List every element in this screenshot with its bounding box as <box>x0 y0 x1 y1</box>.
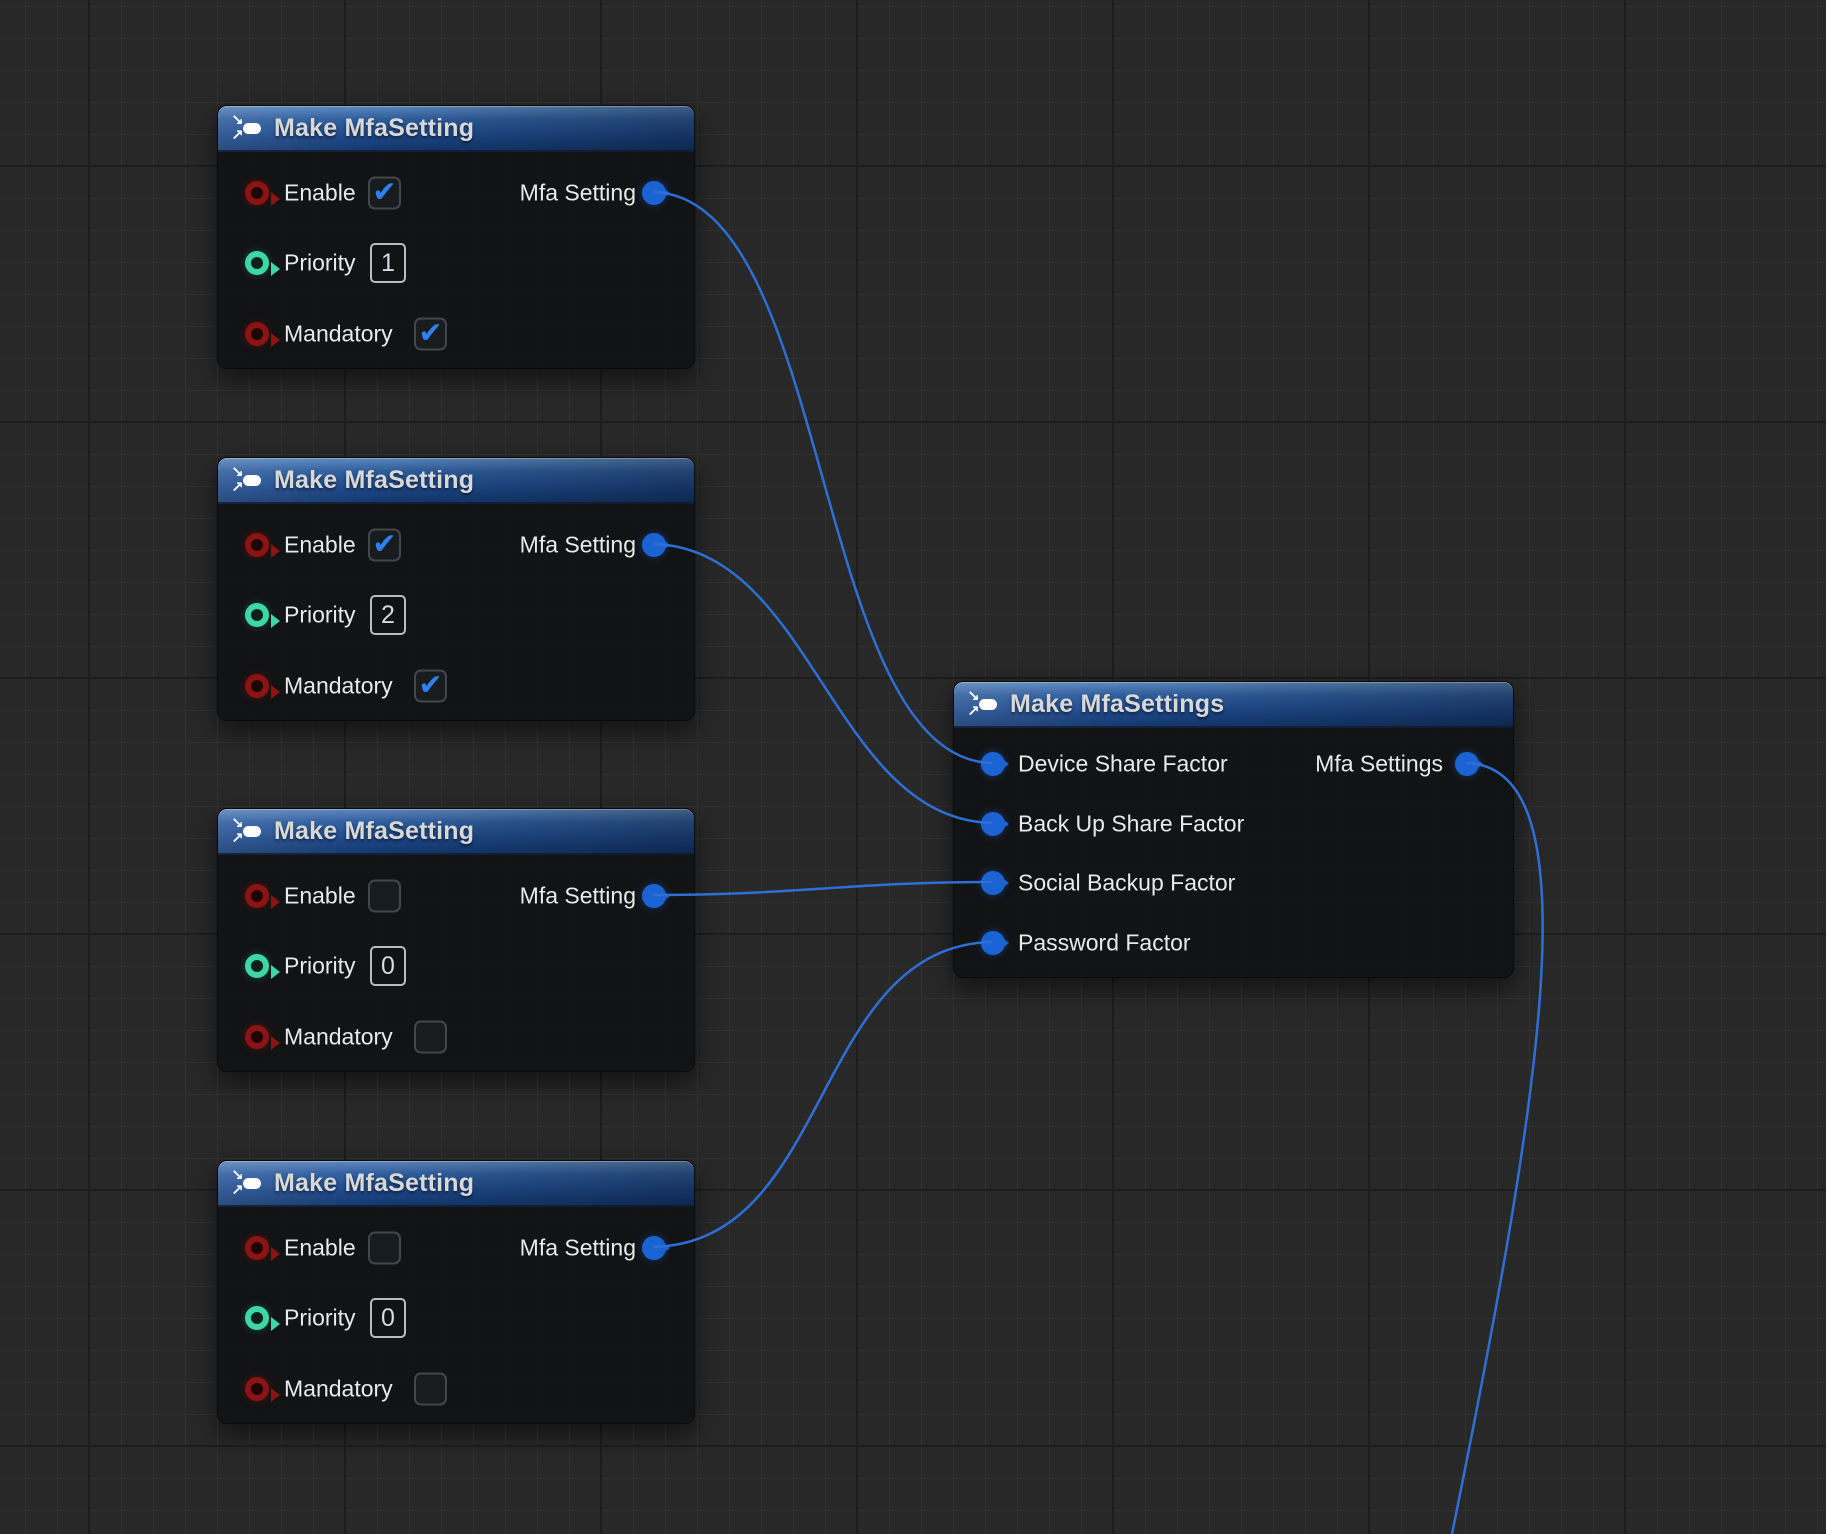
pin-label: Mandatory <box>284 673 393 700</box>
output-pin-label: Mfa Setting <box>520 532 636 559</box>
pin-label: Password Factor <box>1018 930 1191 957</box>
node-header[interactable]: ↘↗ Make MfaSetting <box>218 458 694 504</box>
pin-row-priority: Priority 2 <box>218 597 694 633</box>
mandatory-checkbox[interactable] <box>414 1021 447 1054</box>
node-header[interactable]: ↘↗ Make MfaSetting <box>218 809 694 855</box>
pin-row-enable: Enable Mfa Setting <box>218 175 694 211</box>
blueprint-graph-canvas[interactable]: { "canvas": { "bg_color": "#282828", "gr… <box>0 0 1826 1534</box>
pin-label: Enable <box>284 180 356 207</box>
struct-pin-mfa-setting-output[interactable] <box>642 884 666 908</box>
bool-pin-mandatory[interactable] <box>245 674 269 698</box>
enable-checkbox[interactable] <box>368 1232 401 1265</box>
wire-node4-to-password-factor[interactable] <box>653 942 992 1247</box>
bool-pin-enable[interactable] <box>245 181 269 205</box>
bool-pin-mandatory[interactable] <box>245 1025 269 1049</box>
node-header[interactable]: ↘↗ Make MfaSetting <box>218 106 694 152</box>
struct-pin-mfa-setting-output[interactable] <box>642 533 666 557</box>
pin-row-back-up-share-factor: Back Up Share Factor <box>954 806 1513 842</box>
struct-pin-mfa-setting-output[interactable] <box>642 181 666 205</box>
node-make-mfasetting-3[interactable]: ↘↗ Make MfaSetting Enable Mfa Setting Pr… <box>217 808 695 1072</box>
bool-pin-enable[interactable] <box>245 884 269 908</box>
pin-label: Priority <box>284 1305 356 1332</box>
node-title: Make MfaSetting <box>274 1169 474 1198</box>
int-pin-priority[interactable] <box>245 954 269 978</box>
mandatory-checkbox[interactable] <box>414 318 447 351</box>
pin-label: Social Backup Factor <box>1018 870 1235 897</box>
mandatory-checkbox[interactable] <box>414 1373 447 1406</box>
bool-pin-mandatory[interactable] <box>245 322 269 346</box>
pin-row-mandatory: Mandatory <box>218 668 694 704</box>
pin-label: Priority <box>284 602 356 629</box>
wire-node3-to-social-backup-factor[interactable] <box>653 882 992 895</box>
pin-row-password-factor: Password Factor <box>954 925 1513 961</box>
node-make-mfasetting-1[interactable]: ↘↗ Make MfaSetting Enable Mfa Setting Pr… <box>217 105 695 369</box>
node-header[interactable]: ↘↗ Make MfaSettings <box>954 682 1513 728</box>
pin-row-enable: Enable Mfa Setting <box>218 527 694 563</box>
pin-row-priority: Priority 0 <box>218 948 694 984</box>
bool-pin-enable[interactable] <box>245 1236 269 1260</box>
pin-row-mandatory: Mandatory <box>218 1371 694 1407</box>
node-title: Make MfaSetting <box>274 817 474 846</box>
struct-pin-social-backup-factor[interactable] <box>981 871 1005 895</box>
pin-row-device-share-factor: Device Share Factor Mfa Settings <box>954 746 1513 782</box>
node-title: Make MfaSetting <box>274 114 474 143</box>
node-make-mfasettings[interactable]: ↘↗ Make MfaSettings Device Share Factor … <box>953 681 1514 978</box>
struct-pin-mfa-setting-output[interactable] <box>642 1236 666 1260</box>
pin-row-social-backup-factor: Social Backup Factor <box>954 865 1513 901</box>
output-pin-label: Mfa Settings <box>1315 751 1443 778</box>
node-make-mfasetting-4[interactable]: ↘↗ Make MfaSetting Enable Mfa Setting Pr… <box>217 1160 695 1424</box>
struct-pin-back-up-share-factor[interactable] <box>981 812 1005 836</box>
wire-node2-to-back-up-share-factor[interactable] <box>653 544 992 823</box>
node-title: Make MfaSettings <box>1010 690 1224 719</box>
node-make-mfasetting-2[interactable]: ↘↗ Make MfaSetting Enable Mfa Setting Pr… <box>217 457 695 721</box>
pin-row-mandatory: Mandatory <box>218 1019 694 1055</box>
priority-value-input[interactable]: 2 <box>370 595 406 635</box>
int-pin-priority[interactable] <box>245 1306 269 1330</box>
struct-pin-password-factor[interactable] <box>981 931 1005 955</box>
pin-label: Mandatory <box>284 321 393 348</box>
output-pin-label: Mfa Setting <box>520 1235 636 1262</box>
priority-value-input[interactable]: 0 <box>370 946 406 986</box>
pin-row-priority: Priority 1 <box>218 245 694 281</box>
pin-label: Priority <box>284 250 356 277</box>
make-struct-icon: ↘↗ <box>967 690 999 718</box>
bool-pin-enable[interactable] <box>245 533 269 557</box>
pin-label: Mandatory <box>284 1376 393 1403</box>
struct-pin-device-share-factor[interactable] <box>981 752 1005 776</box>
enable-checkbox[interactable] <box>368 880 401 913</box>
node-title: Make MfaSetting <box>274 466 474 495</box>
make-struct-icon: ↘↗ <box>231 1169 263 1197</box>
output-pin-label: Mfa Setting <box>520 883 636 910</box>
wire-node1-to-device-share-factor[interactable] <box>653 192 992 763</box>
int-pin-priority[interactable] <box>245 603 269 627</box>
output-pin-label: Mfa Setting <box>520 180 636 207</box>
enable-checkbox[interactable] <box>368 529 401 562</box>
make-struct-icon: ↘↗ <box>231 466 263 494</box>
pin-label: Device Share Factor <box>1018 751 1228 778</box>
priority-value-input[interactable]: 1 <box>370 243 406 283</box>
pin-label: Back Up Share Factor <box>1018 811 1244 838</box>
pin-row-priority: Priority 0 <box>218 1300 694 1336</box>
pin-row-enable: Enable Mfa Setting <box>218 1230 694 1266</box>
node-header[interactable]: ↘↗ Make MfaSetting <box>218 1161 694 1207</box>
pin-label: Enable <box>284 532 356 559</box>
enable-checkbox[interactable] <box>368 177 401 210</box>
priority-value-input[interactable]: 0 <box>370 1298 406 1338</box>
pin-label: Enable <box>284 883 356 910</box>
pin-row-enable: Enable Mfa Setting <box>218 878 694 914</box>
pin-label: Enable <box>284 1235 356 1262</box>
int-pin-priority[interactable] <box>245 251 269 275</box>
make-struct-icon: ↘↗ <box>231 114 263 142</box>
bool-pin-mandatory[interactable] <box>245 1377 269 1401</box>
make-struct-icon: ↘↗ <box>231 817 263 845</box>
pin-row-mandatory: Mandatory <box>218 316 694 352</box>
pin-label: Mandatory <box>284 1024 393 1051</box>
struct-pin-mfa-settings-output[interactable] <box>1455 752 1479 776</box>
pin-label: Priority <box>284 953 356 980</box>
mandatory-checkbox[interactable] <box>414 670 447 703</box>
